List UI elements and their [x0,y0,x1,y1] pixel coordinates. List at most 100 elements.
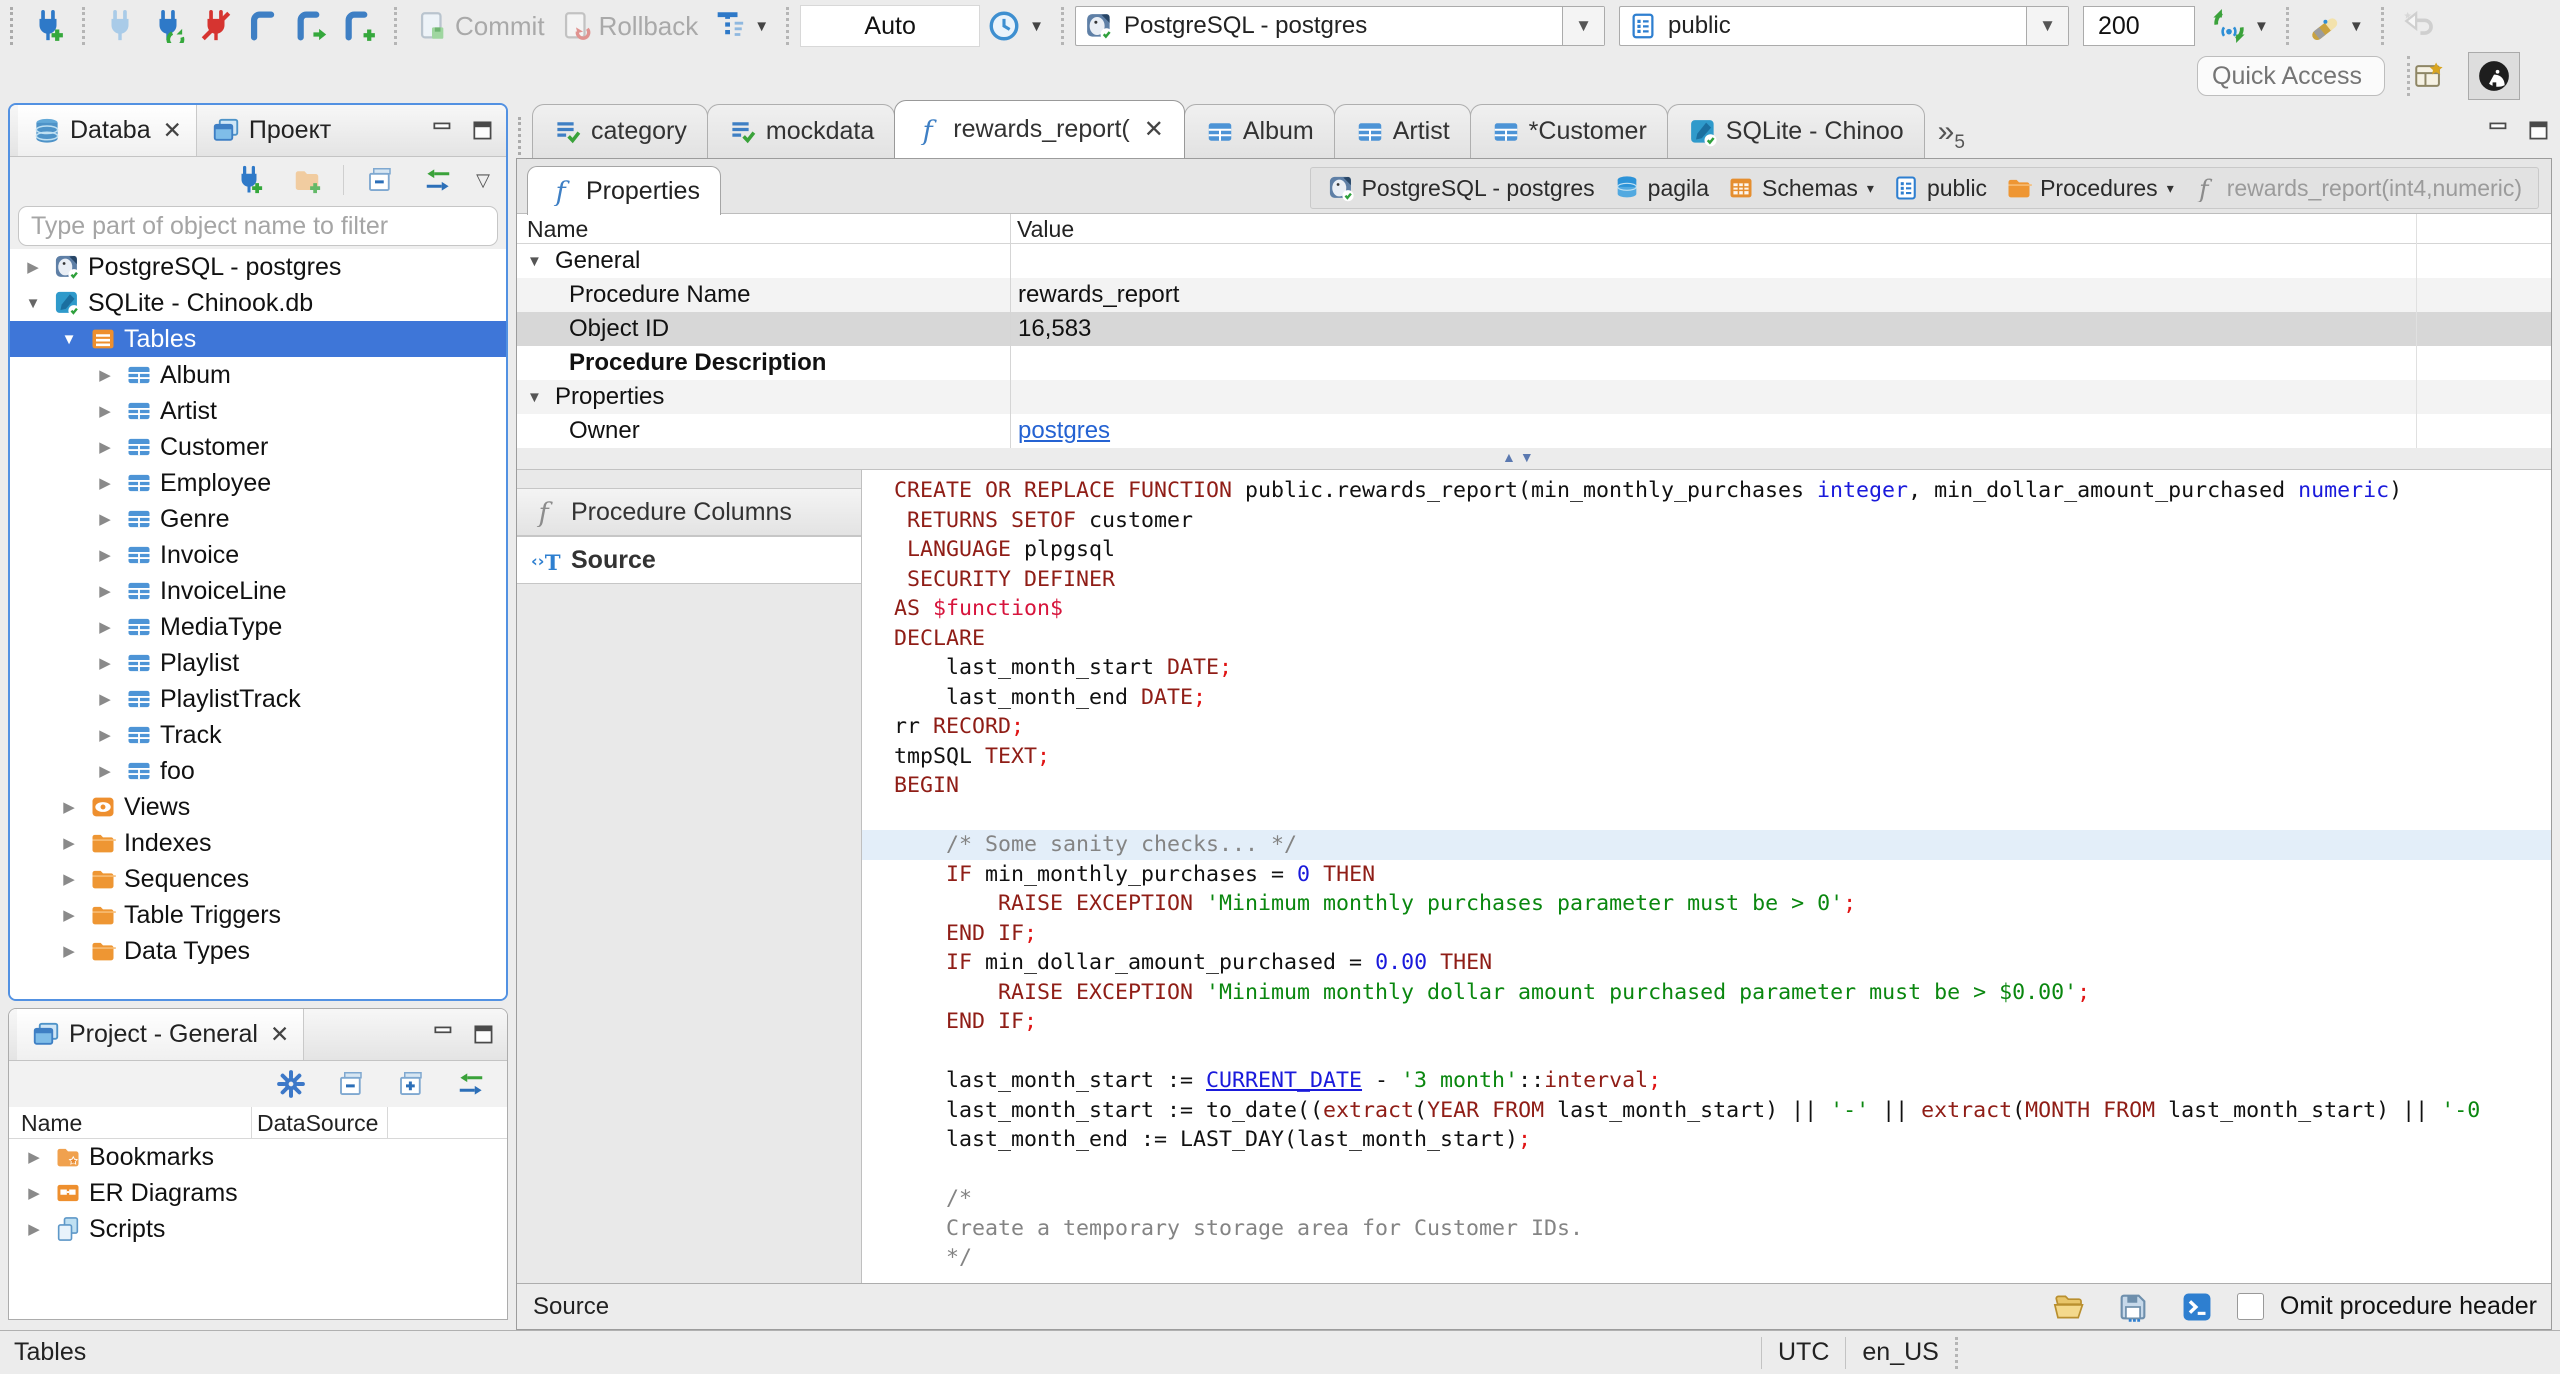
project-item-bookmarks[interactable]: ▶ Bookmarks [9,1139,507,1175]
expand-arrow[interactable]: ▶ [92,438,118,456]
code-line[interactable]: IF min_monthly_purchases = 0 THEN [862,860,2551,890]
tree-item-sequences[interactable]: ▶ Sequences [10,861,506,897]
tabbar-grip[interactable] [518,117,524,155]
property-row-procedure-description[interactable]: Procedure Description [517,346,2551,380]
tab-projects[interactable]: Проект [197,105,345,156]
close-icon[interactable]: ✕ [163,117,182,144]
expand-arrow[interactable]: ▶ [56,834,82,852]
more-tabs-button[interactable]: »5 [1938,115,1965,154]
connection-combo-dropdown[interactable]: ▼ [1562,7,1604,45]
editor-tab-mockdata[interactable]: mockdata [706,104,896,158]
code-line[interactable]: /* [862,1184,2551,1214]
minimize-icon[interactable] [430,118,456,144]
group-expand-arrow[interactable]: ▼ [527,253,547,270]
fetch-size-input[interactable]: 200 [2083,6,2195,46]
back-history-button[interactable] [2395,5,2443,47]
maximize-icon[interactable] [2526,118,2552,144]
chevron-down-icon[interactable]: ▾ [1867,180,1874,197]
transaction-log-button[interactable]: ▼ [980,5,1051,47]
tab-database-navigator[interactable]: Databa ✕ [18,105,197,156]
splitter-collapse-buttons[interactable]: ▲▼ [1502,449,1538,465]
expand-arrow[interactable]: ▶ [92,726,118,744]
close-icon[interactable]: ✕ [1144,115,1164,144]
editor-tab-artist[interactable]: Artist [1333,104,1471,158]
expand-arrow[interactable]: ▶ [20,258,46,276]
expand-arrow[interactable]: ▶ [21,1148,47,1166]
code-line[interactable]: IF min_dollar_amount_purchased = 0.00 TH… [862,948,2551,978]
transaction-mode-button[interactable]: ▼ [705,5,776,47]
tree-item-views[interactable]: ▶ Views [10,789,506,825]
code-line[interactable]: END IF; [862,919,2551,949]
view-menu-icon[interactable]: ▽ [476,170,490,191]
group-expand-arrow[interactable]: ▼ [527,389,547,406]
rollback-button[interactable]: Rollback [552,5,706,47]
collapse-all-button[interactable] [358,161,402,199]
code-line[interactable]: LANGUAGE plpgsql [862,535,2551,565]
nav-new-folder-button[interactable] [285,161,329,199]
object-filter-input[interactable] [18,206,498,246]
code-line[interactable]: RAISE EXCEPTION 'Minimum monthly purchas… [862,889,2551,919]
tree-item-invoice[interactable]: ▶ Invoice [10,537,506,573]
link-with-editor-button[interactable] [416,161,460,199]
schema-combo-dropdown[interactable]: ▼ [2026,7,2068,45]
disconnect-button[interactable] [192,5,240,47]
tree-item-genre[interactable]: ▶ Genre [10,501,506,537]
expand-arrow[interactable]: ▶ [92,402,118,420]
save-to-file-button[interactable] [2109,1286,2157,1328]
code-line[interactable]: RAISE EXCEPTION 'Minimum monthly dollar … [862,978,2551,1008]
breadcrumb-item-procedures[interactable]: Procedures ▾ [1999,174,2180,202]
editor-tab-album[interactable]: Album [1183,104,1335,158]
tree-item-invoiceline[interactable]: ▶ InvoiceLine [10,573,506,609]
code-line[interactable] [862,1155,2551,1185]
source-editor[interactable]: CREATE OR REPLACE FUNCTION public.reward… [862,470,2551,1283]
tree-item-employee[interactable]: ▶ Employee [10,465,506,501]
code-line[interactable]: /* Some sanity checks... */ [862,830,2551,860]
property-row-object-id[interactable]: Object ID 16,583 [517,312,2551,346]
tree-item-customer[interactable]: ▶ Customer [10,429,506,465]
property-row-general[interactable]: ▼ General [517,244,2551,278]
expand-arrow[interactable]: ▶ [92,366,118,384]
property-row-properties[interactable]: ▼ Properties [517,380,2551,414]
code-line[interactable]: */ [862,1243,2551,1273]
code-line[interactable] [862,1037,2551,1067]
property-row-owner[interactable]: Owner postgres [517,414,2551,448]
tab-properties[interactable]: f Properties [527,166,721,215]
mock-data-wizard-button[interactable]: ▼ [2300,5,2371,47]
code-line[interactable]: last_month_start DATE; [862,653,2551,683]
maximize-icon[interactable] [470,118,496,144]
tree-item-mediatype[interactable]: ▶ MediaType [10,609,506,645]
tree-item-album[interactable]: ▶ Album [10,357,506,393]
new-sql-editor-button[interactable] [336,5,384,47]
editor-tab-category[interactable]: category [532,104,708,158]
property-value-link[interactable]: postgres [1018,417,1110,444]
breadcrumb-item-postgresql-postgres[interactable]: PostgreSQL - postgres [1321,174,1601,202]
code-line[interactable]: END IF; [862,1007,2551,1037]
tree-item-foo[interactable]: ▶ foo [10,753,506,789]
project-settings-button[interactable] [269,1065,313,1103]
connect-button[interactable] [96,5,144,47]
column-divider[interactable] [1010,214,1011,448]
breadcrumb-item-public[interactable]: public [1886,174,1993,202]
expand-arrow[interactable]: ▶ [92,474,118,492]
subtab-source[interactable]: ‹› T Source [517,536,861,584]
expand-arrow[interactable]: ▼ [20,295,46,312]
commit-button[interactable]: Commit [408,5,552,47]
column-divider[interactable] [387,1107,388,1138]
code-line[interactable]: SECURITY DEFINER [862,565,2551,595]
expand-arrow[interactable]: ▶ [56,798,82,816]
tree-item-playlisttrack[interactable]: ▶ PlaylistTrack [10,681,506,717]
code-line[interactable]: DECLARE [862,624,2551,654]
editor-tab-customer[interactable]: *Customer [1469,104,1668,158]
column-header-name[interactable]: Name [21,1110,82,1137]
nav-new-connection-button[interactable] [227,161,271,199]
project-item-er-diagrams[interactable]: ▶ ER Diagrams [9,1175,507,1211]
tree-item-playlist[interactable]: ▶ Playlist [10,645,506,681]
open-perspective-button[interactable] [2406,56,2452,98]
code-line[interactable]: last_month_start := CURRENT_DATE - '3 mo… [862,1066,2551,1096]
commit-mode-combo[interactable]: Auto [800,5,981,47]
maximize-icon[interactable] [471,1022,497,1048]
load-from-file-button[interactable] [2045,1286,2093,1328]
expand-arrow[interactable]: ▼ [56,331,82,348]
tree-item-sqlite-chinook-db[interactable]: ▼ SQLite - Chinook.db [10,285,506,321]
tree-item-artist[interactable]: ▶ Artist [10,393,506,429]
